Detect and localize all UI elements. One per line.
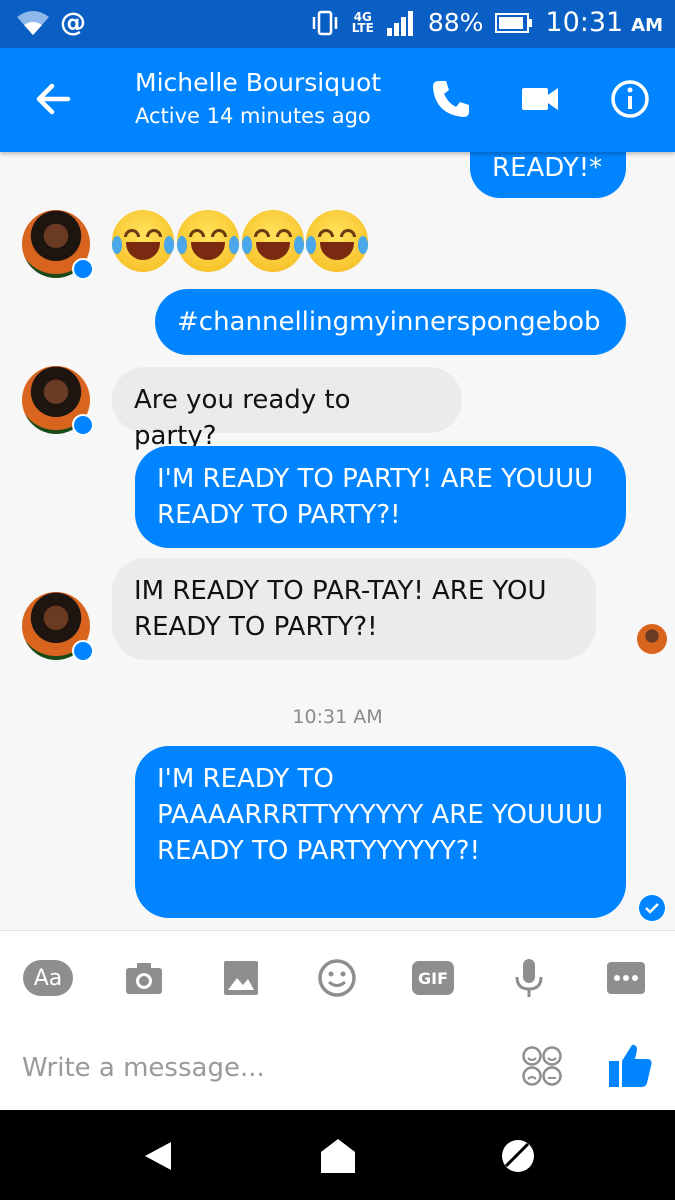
back-arrow-icon[interactable] [30,76,76,122]
nav-home-icon[interactable] [318,1136,358,1176]
contact-avatar[interactable] [22,592,94,662]
message-bubble-sent[interactable]: I'M READY TO PARTY! ARE YOUUU READY TO P… [135,446,626,548]
more-options-button[interactable] [601,953,651,1003]
smiley-icon [318,959,356,997]
tears-of-joy-emoji-icon [242,210,304,272]
text-format-button[interactable]: Aa [23,953,73,1003]
clock: 10:31 [545,7,624,38]
voice-button[interactable] [504,953,554,1003]
message-input[interactable] [22,1046,492,1090]
message-bubble-sent[interactable]: READY!* [470,152,626,198]
tears-of-joy-emoji-icon [112,210,174,272]
message-bubble-sent[interactable]: I'M READY TO PAAAARRRTTYYYYYY ARE YOUUUU… [135,746,626,918]
delivered-check-icon [639,895,665,921]
tears-of-joy-emoji-icon [306,210,368,272]
tears-of-joy-emoji-icon [177,210,239,272]
read-receipt-avatar [637,624,667,654]
camera-icon [126,963,162,994]
gallery-button[interactable] [216,953,266,1003]
image-icon [224,961,258,995]
status-bar: @ 4G LTE 88% 10:31 AM [0,0,675,48]
system-nav-bar [0,1110,675,1200]
more-icon [607,962,645,994]
vibrate-icon [312,10,338,35]
conversation-header: Michelle Boursiquot Active 14 minutes ag… [0,48,675,152]
network-type: 4G LTE [351,9,374,35]
clock-ampm: AM [631,15,663,36]
contact-name[interactable]: Michelle Boursiquot [135,68,381,97]
message-bubble-received[interactable]: Are you ready to party? [112,367,462,451]
microphone-icon [515,959,543,997]
video-call-icon[interactable] [520,78,562,120]
info-icon[interactable] [609,78,651,120]
composer: Aa GIF [0,930,675,1110]
messenger-badge-icon [72,640,94,662]
nav-recents-icon[interactable] [498,1136,538,1176]
contact-avatar[interactable] [22,210,94,280]
emoji-picker-icon[interactable] [521,1045,563,1087]
camera-button[interactable] [119,953,169,1003]
at-icon: @ [60,8,86,38]
nav-back-icon[interactable] [139,1136,179,1176]
messenger-badge-icon [72,414,94,436]
message-bubble-sent[interactable]: #channellingmyinnerspongebob [155,289,626,355]
message-bubble-received[interactable]: IM READY TO PAR-TAY! ARE YOU READY TO PA… [112,558,596,660]
battery-percent: 88% [427,8,484,37]
phone-icon[interactable] [430,78,472,120]
signal-icon [386,10,413,36]
thumbs-up-icon[interactable] [606,1041,654,1089]
messenger-badge-icon [72,258,94,280]
wifi-icon [17,11,49,35]
active-status: Active 14 minutes ago [135,104,371,128]
aa-icon: Aa [23,960,73,996]
battery-icon [495,12,533,33]
timestamp: 10:31 AM [292,706,383,728]
sticker-button[interactable] [312,953,362,1003]
gif-icon: GIF [412,961,454,995]
gif-button[interactable]: GIF [408,953,458,1003]
contact-avatar[interactable] [22,366,94,436]
message-list[interactable]: READY!* #channellingmyinnerspongebob Are… [0,152,675,930]
